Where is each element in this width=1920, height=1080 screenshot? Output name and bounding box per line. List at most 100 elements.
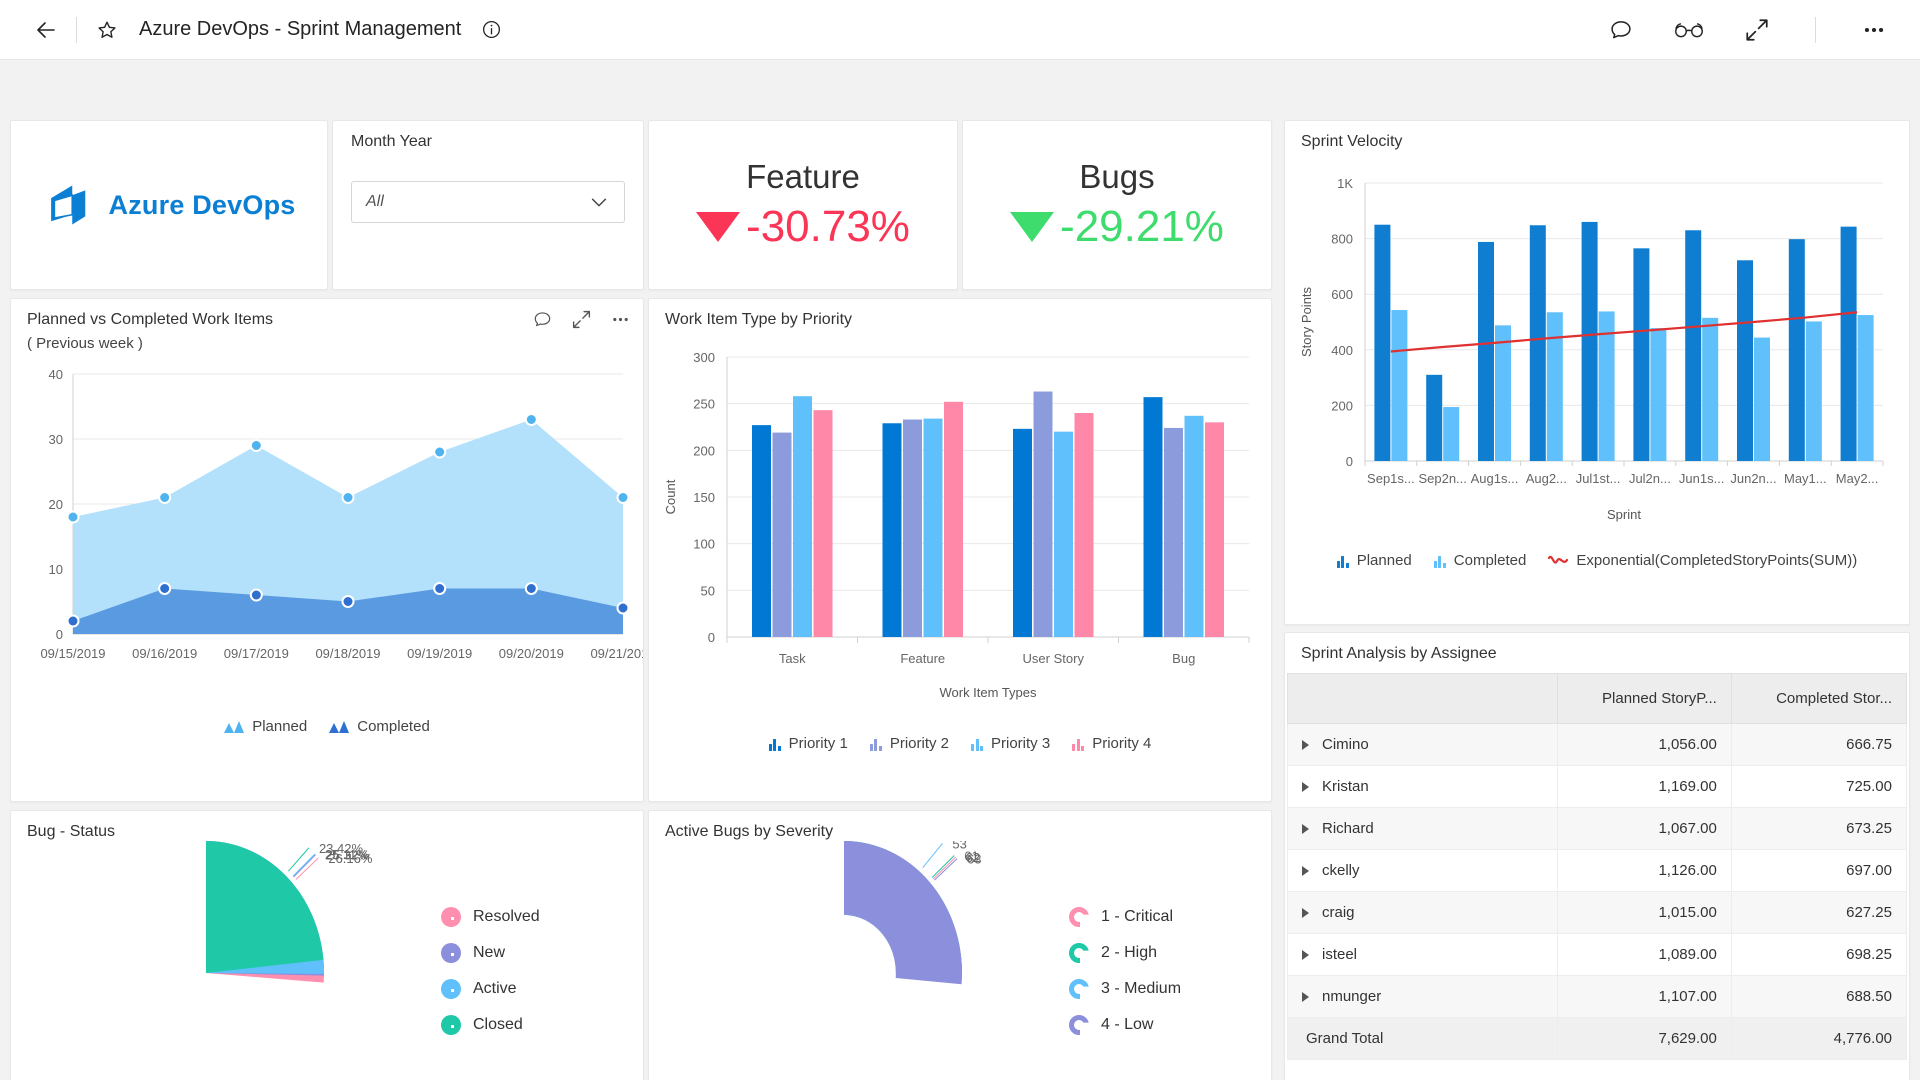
legend-label: Active	[473, 980, 517, 997]
back-arrow-icon[interactable]	[26, 10, 66, 50]
table-row[interactable]: ckelly 1,126.00 697.00	[1287, 849, 1908, 892]
legend-bar-icon	[971, 737, 983, 751]
legend-item[interactable]: New	[441, 943, 540, 963]
svg-text:200: 200	[693, 443, 715, 458]
svg-text:09/17/2019: 09/17/2019	[224, 646, 289, 661]
legend-label: Exponential(CompletedStoryPoints(SUM))	[1576, 552, 1858, 569]
table-column-header[interactable]: Completed Stor...	[1730, 673, 1908, 724]
expand-row-triangle-icon[interactable]	[1302, 907, 1309, 918]
assignee-name-cell: Cimino	[1287, 723, 1558, 766]
header-divider	[76, 16, 77, 43]
legend-label: Priority 4	[1092, 735, 1152, 752]
table-row[interactable]: isteel 1,089.00 698.25	[1287, 933, 1908, 976]
more-options-ellipsis-icon[interactable]	[610, 309, 631, 330]
focus-mode-glasses-icon[interactable]	[1669, 10, 1709, 50]
table-row[interactable]: Cimino 1,056.00 666.75	[1287, 723, 1908, 766]
kpi-title: Feature	[746, 158, 860, 195]
svg-text:09/19/2019: 09/19/2019	[407, 646, 472, 661]
legend-item[interactable]: Resolved	[441, 907, 540, 927]
svg-text:09/15/2019: 09/15/2019	[40, 646, 105, 661]
legend-item[interactable]: 4 - Low	[1069, 1015, 1181, 1035]
legend-pie-icon	[441, 979, 461, 999]
comment-icon[interactable]	[532, 309, 553, 330]
expand-row-triangle-icon[interactable]	[1302, 823, 1309, 834]
svg-text:Sep2n...: Sep2n...	[1418, 471, 1466, 486]
kpi-card-feature: Feature -30.73%	[648, 120, 958, 290]
svg-text:50: 50	[701, 583, 715, 598]
svg-text:Feature: Feature	[900, 651, 945, 666]
svg-text:0: 0	[56, 627, 63, 642]
legend-item[interactable]: 1 - Critical	[1069, 907, 1181, 927]
month-year-slicer-tile: Month Year All	[332, 120, 644, 290]
legend-label: Completed	[357, 718, 430, 735]
legend-bar-icon	[768, 737, 781, 751]
kpi-value: -30.73%	[746, 202, 910, 251]
legend-item[interactable]: Completed	[1433, 552, 1526, 569]
legend-item[interactable]: Planned	[1336, 552, 1412, 569]
legend-item[interactable]: Completed	[329, 718, 430, 735]
legend-item[interactable]: Priority 1	[768, 735, 848, 752]
legend-pie-icon	[441, 1015, 461, 1035]
legend-item[interactable]: Priority 2	[869, 735, 949, 752]
legend-label: Priority 3	[991, 735, 1051, 752]
legend-item[interactable]: Exponential(CompletedStoryPoints(SUM))	[1548, 552, 1857, 569]
table-value-cell: 725.00	[1730, 765, 1908, 808]
column-chart-legend: Priority 1 Priority 2 Priority 3 Priority 4	[649, 735, 1271, 752]
legend-item[interactable]: Closed	[441, 1015, 540, 1035]
header-actions	[1601, 10, 1894, 50]
svg-text:User Story: User Story	[1023, 651, 1085, 666]
dashboard-canvas: Azure DevOps Month Year All Feature -30.…	[0, 60, 1920, 1080]
legend-donut-icon	[1069, 979, 1089, 999]
assignee-name-cell: Richard	[1287, 807, 1558, 850]
legend-item[interactable]: Planned	[224, 718, 307, 735]
svg-text:10: 10	[49, 562, 63, 577]
grand-total-row: Grand Total 7,629.00 4,776.00	[1287, 1017, 1908, 1060]
legend-label: Planned	[1356, 552, 1412, 569]
comment-icon[interactable]	[1601, 10, 1641, 50]
table-row[interactable]: craig 1,015.00 627.25	[1287, 891, 1908, 934]
fullscreen-expand-icon[interactable]	[1737, 10, 1777, 50]
bug-status-tile: Bug - Status 26.16% 25.32% 25.11% 23.42% Re…	[10, 810, 644, 1080]
svg-text:400: 400	[1331, 343, 1353, 358]
legend-label: Resolved	[473, 908, 540, 925]
panel-title: Bug - Status	[27, 823, 116, 840]
slicer-selected-value: All	[366, 193, 384, 210]
header-divider-2	[1815, 16, 1816, 43]
table-value-cell: 666.75	[1730, 723, 1908, 766]
legend-item[interactable]: Priority 3	[971, 735, 1050, 752]
expand-row-triangle-icon[interactable]	[1302, 991, 1309, 1002]
expand-row-triangle-icon[interactable]	[1302, 739, 1309, 750]
table-row[interactable]: Kristan 1,169.00 725.00	[1287, 765, 1908, 808]
legend-bar-icon	[1336, 554, 1349, 568]
legend-item[interactable]: 2 - High	[1069, 943, 1181, 963]
legend-item[interactable]: Active	[441, 979, 540, 999]
svg-text:600: 600	[1331, 287, 1353, 302]
legend-item[interactable]: Priority 4	[1072, 735, 1151, 752]
table-row[interactable]: Richard 1,067.00 673.25	[1287, 807, 1908, 850]
table-value-cell: 1,067.00	[1557, 807, 1732, 850]
legend-item[interactable]: 3 - Medium	[1069, 979, 1181, 999]
planned-vs-completed-tile: Planned vs Completed Work Items ( Previo…	[10, 298, 644, 802]
svg-text:40: 40	[49, 367, 63, 382]
expand-row-triangle-icon[interactable]	[1302, 949, 1309, 960]
table-column-header[interactable]: Planned StoryP...	[1557, 673, 1732, 724]
favorite-star-icon[interactable]	[87, 10, 127, 50]
expand-row-triangle-icon[interactable]	[1302, 865, 1309, 876]
svg-text:09/20/2019: 09/20/2019	[499, 646, 564, 661]
fullscreen-expand-icon[interactable]	[571, 309, 592, 330]
page-title: Azure DevOps - Sprint Management	[139, 18, 462, 40]
more-options-ellipsis-icon[interactable]	[1854, 10, 1894, 50]
brand-logo-tile: Azure DevOps	[10, 120, 328, 290]
svg-text:1K: 1K	[1337, 176, 1353, 191]
table-row[interactable]: nmunger 1,107.00 688.50	[1287, 975, 1908, 1018]
assignee-name-cell: nmunger	[1287, 975, 1558, 1018]
svg-text:20: 20	[49, 497, 63, 512]
expand-row-triangle-icon[interactable]	[1302, 781, 1309, 792]
table-column-header[interactable]	[1287, 673, 1558, 724]
table-value-cell: 697.00	[1730, 849, 1908, 892]
svg-text:300: 300	[693, 350, 715, 365]
table-value-cell: 1,056.00	[1557, 723, 1732, 766]
month-year-dropdown[interactable]: All	[351, 181, 625, 223]
svg-text:Story Points: Story Points	[1299, 286, 1314, 357]
info-icon[interactable]	[471, 10, 511, 50]
